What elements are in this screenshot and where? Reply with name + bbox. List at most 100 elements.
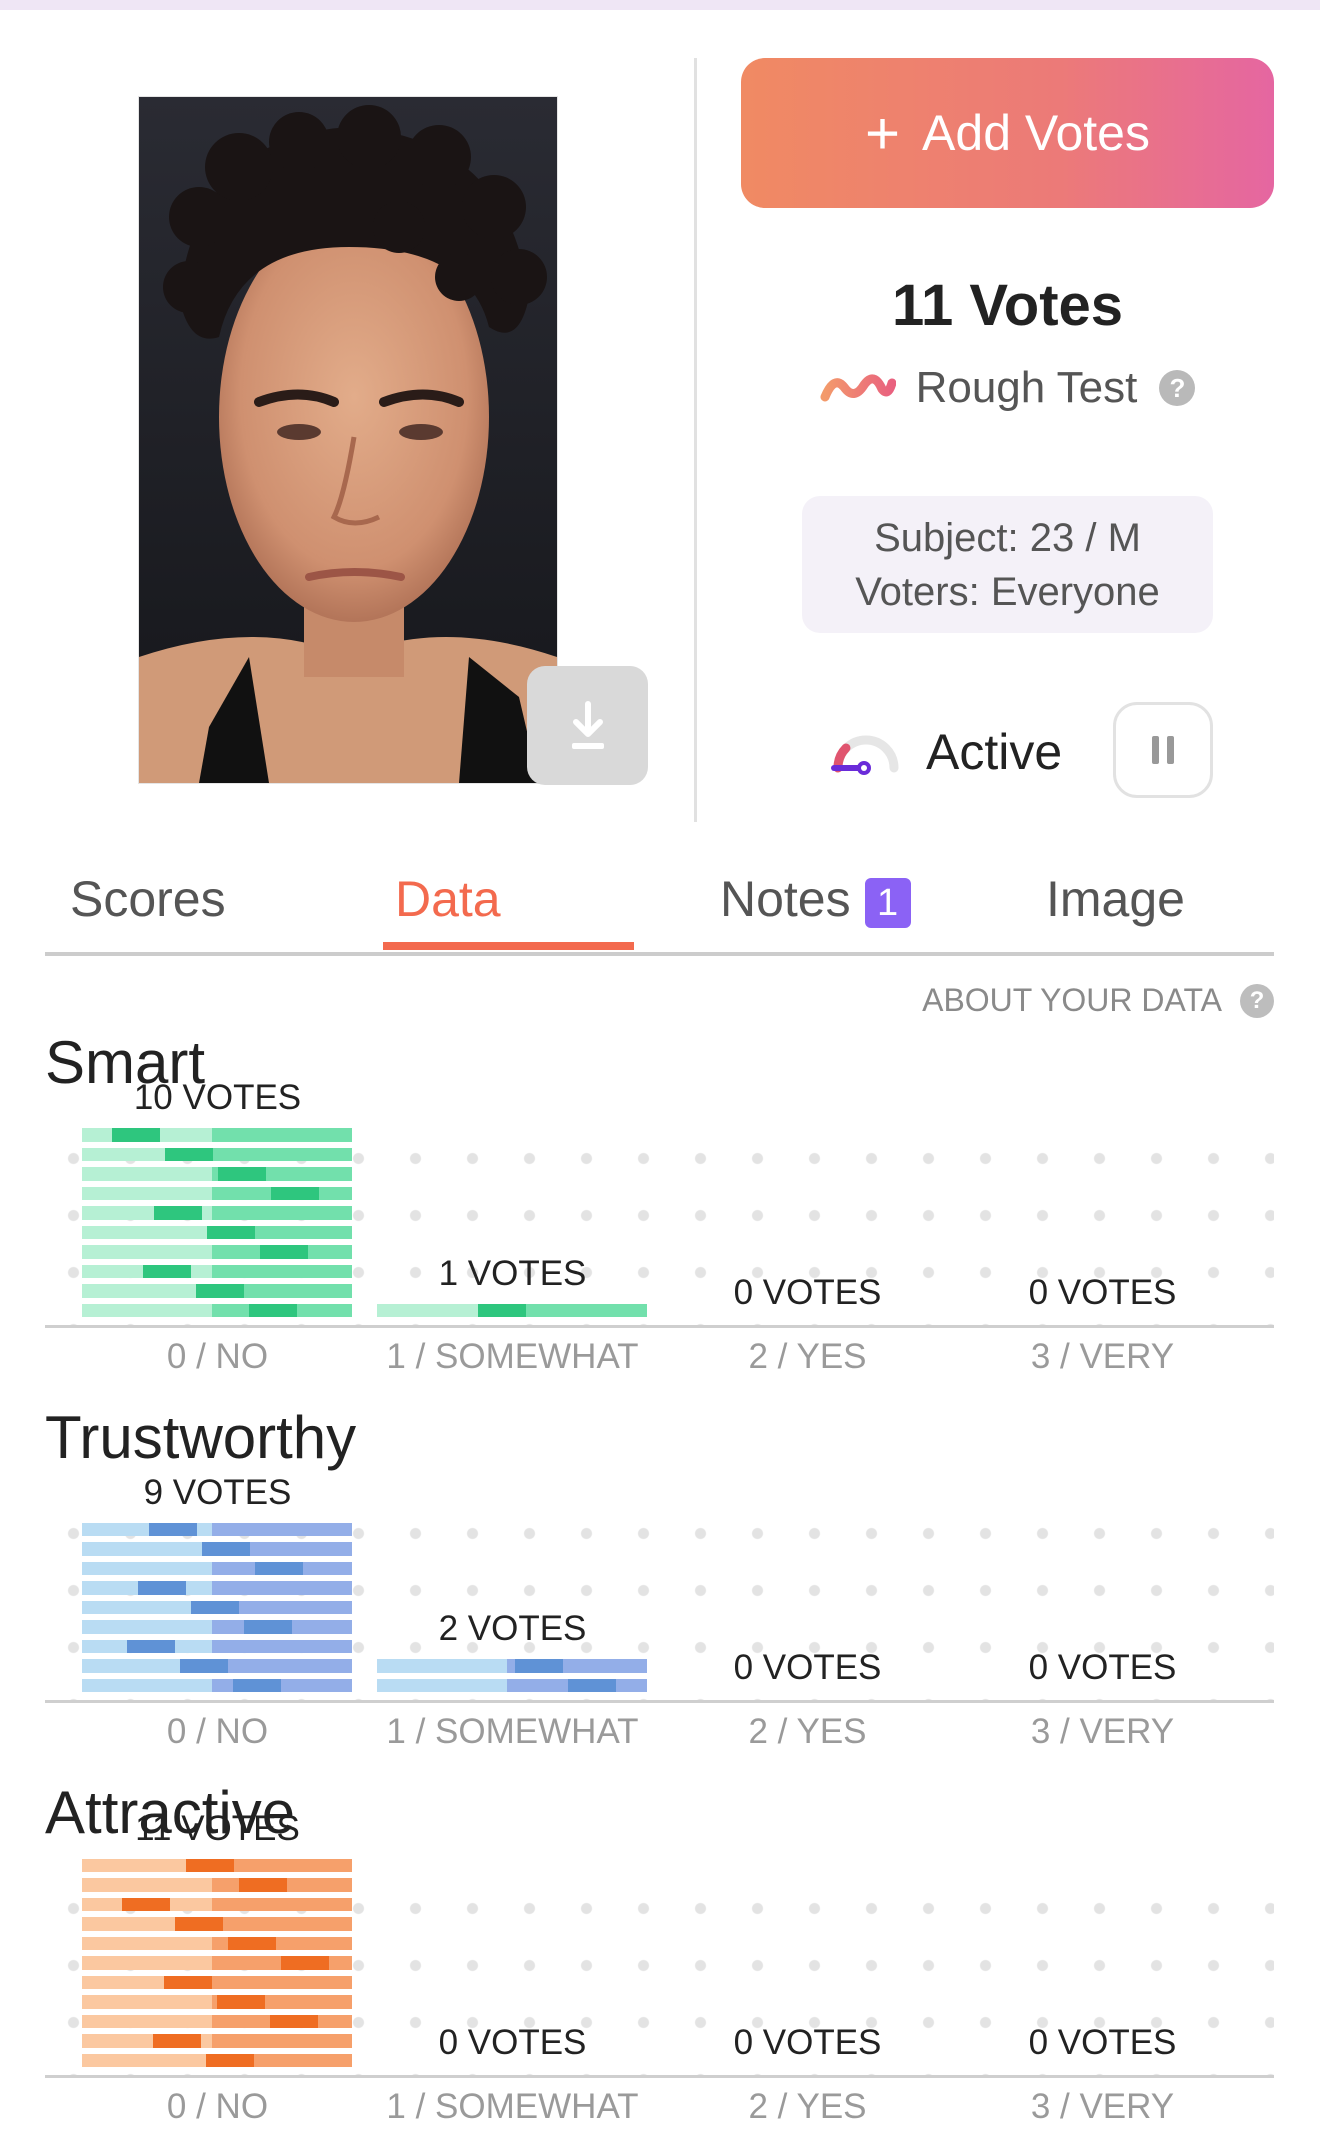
axis-category-label: 0 / NO bbox=[166, 1712, 269, 1751]
vote-row bbox=[82, 1639, 352, 1653]
vote-count-label: 0 VOTES bbox=[733, 2023, 882, 2062]
vote-row bbox=[82, 1225, 352, 1239]
axis-category-label: 0 / NO bbox=[166, 1337, 269, 1376]
vote-row bbox=[82, 1581, 352, 1595]
axis-category-label: 3 / VERY bbox=[1030, 1337, 1175, 1376]
vote-segment-dark bbox=[207, 1225, 255, 1239]
status-row: Active bbox=[828, 700, 1213, 804]
vote-row bbox=[82, 1917, 352, 1931]
vote-segment-light bbox=[82, 1542, 212, 1556]
vote-row bbox=[377, 1303, 647, 1317]
vote-segment-light bbox=[82, 1956, 212, 1970]
vote-segment-light bbox=[82, 1678, 212, 1692]
vote-bar[interactable] bbox=[82, 1522, 352, 1699]
subject-photo[interactable] bbox=[138, 96, 558, 784]
vote-segment-light bbox=[82, 2014, 212, 2028]
about-your-data-link[interactable]: ABOUT YOUR DATA ? bbox=[922, 982, 1274, 1019]
tab-image-label: Image bbox=[1046, 871, 1185, 927]
vote-segment-dark bbox=[154, 1206, 202, 1220]
vote-row bbox=[82, 1542, 352, 1556]
vote-segment-dark bbox=[112, 1128, 160, 1142]
vote-chart: Trustworthy 9 VOTES 0 / NO 2 VOTES 1 / SOMEW… bbox=[45, 1404, 1274, 1765]
vote-segment-dark bbox=[249, 1303, 297, 1317]
vote-segment-dark bbox=[255, 1561, 303, 1575]
vote-row bbox=[82, 1975, 352, 1989]
test-type-row: Rough Test ? bbox=[741, 363, 1274, 413]
vote-segment-dark bbox=[164, 1975, 212, 1989]
subject-info-box: Subject: 23 / M Voters: Everyone bbox=[802, 496, 1213, 633]
axis-category-label: 2 / YES bbox=[748, 1712, 867, 1751]
help-icon: ? bbox=[1240, 983, 1274, 1018]
vote-row bbox=[82, 2053, 352, 2067]
active-tab-indicator bbox=[383, 942, 634, 950]
tab-scores[interactable]: Scores bbox=[70, 870, 226, 928]
vote-row bbox=[82, 1956, 352, 1970]
vote-segment-light bbox=[82, 1284, 212, 1298]
vote-segment-light bbox=[82, 1561, 212, 1575]
vote-count-label: 0 VOTES bbox=[733, 1273, 882, 1312]
vote-segment-light bbox=[82, 1245, 212, 1259]
pause-button[interactable] bbox=[1113, 702, 1213, 798]
vote-chart: Smart 10 VOTES 0 / NO 1 VOTES 1 / SOMEWHAT 0 … bbox=[45, 1029, 1274, 1390]
axis-category-label: 2 / YES bbox=[748, 2087, 867, 2126]
plus-icon: + bbox=[864, 99, 901, 167]
vote-row bbox=[82, 1620, 352, 1634]
vote-row bbox=[82, 1167, 352, 1181]
vote-segment-dark bbox=[568, 1678, 616, 1692]
vote-row bbox=[82, 1936, 352, 1950]
axis-category-label: 0 / NO bbox=[166, 2087, 269, 2126]
vote-row bbox=[82, 1147, 352, 1161]
vote-row bbox=[82, 1522, 352, 1536]
axis-category-label: 1 / SOMEWHAT bbox=[386, 1337, 639, 1376]
vote-segment-dark bbox=[149, 1522, 197, 1536]
vote-bar[interactable] bbox=[377, 1659, 647, 1698]
vertical-divider bbox=[694, 58, 697, 822]
axis-category-label: 1 / SOMEWHAT bbox=[386, 2087, 639, 2126]
vote-segment-dark bbox=[281, 1956, 329, 1970]
vote-bar[interactable] bbox=[377, 1303, 647, 1324]
vote-count-label: 2 VOTES bbox=[438, 1609, 587, 1648]
vote-row bbox=[82, 1303, 352, 1317]
about-your-data-label: ABOUT YOUR DATA bbox=[922, 982, 1222, 1018]
pause-icon-bar bbox=[1167, 736, 1174, 764]
axis-category-label: 3 / VERY bbox=[1030, 1712, 1175, 1751]
axis-category-label: 2 / YES bbox=[748, 1337, 867, 1376]
vote-row bbox=[82, 1878, 352, 1892]
vote-row bbox=[82, 1678, 352, 1692]
vote-bar[interactable] bbox=[82, 1858, 352, 2074]
vote-bar[interactable] bbox=[82, 1128, 352, 1323]
vote-row bbox=[82, 1245, 352, 1259]
chart-title: Trustworthy bbox=[45, 1404, 357, 1471]
active-gauge-icon bbox=[831, 735, 899, 775]
vote-row bbox=[82, 1264, 352, 1278]
vote-segment-dark bbox=[478, 1303, 526, 1317]
tab-bar: Scores Data Notes 1 Image bbox=[45, 860, 1274, 956]
vote-segment-dark bbox=[186, 1858, 234, 1872]
vote-segment-light bbox=[82, 2053, 212, 2067]
vote-segment-dark bbox=[143, 1264, 191, 1278]
help-icon[interactable]: ? bbox=[1159, 370, 1196, 406]
vote-segment-light bbox=[377, 1678, 507, 1692]
vote-row bbox=[82, 1206, 352, 1220]
votes-count-title: 11 Votes bbox=[891, 273, 1124, 338]
chart-baseline bbox=[45, 1700, 1274, 1703]
vote-count-label: 10 VOTES bbox=[133, 1078, 302, 1117]
vote-row bbox=[82, 1561, 352, 1575]
chart-baseline bbox=[45, 1325, 1274, 1328]
vote-segment-light bbox=[82, 1167, 212, 1181]
vote-segment-dark bbox=[260, 1245, 308, 1259]
pause-icon bbox=[1152, 736, 1159, 764]
vote-count-label: 0 VOTES bbox=[438, 2023, 587, 2062]
vote-segment-light bbox=[82, 1186, 212, 1200]
tab-image[interactable]: Image bbox=[1046, 870, 1185, 928]
tab-notes[interactable]: Notes 1 bbox=[720, 870, 911, 928]
tab-data[interactable]: Data bbox=[395, 870, 501, 928]
download-button[interactable] bbox=[527, 666, 648, 785]
tab-notes-label: Notes bbox=[720, 871, 851, 927]
vote-segment-light bbox=[82, 1936, 212, 1950]
vote-count-label: 1 VOTES bbox=[438, 1253, 587, 1293]
chart-baseline bbox=[45, 2075, 1274, 2078]
vote-count-label: 11 VOTES bbox=[135, 1808, 300, 1848]
vote-segment-dark bbox=[127, 1639, 175, 1653]
add-votes-button[interactable]: + Add Votes bbox=[741, 58, 1274, 208]
